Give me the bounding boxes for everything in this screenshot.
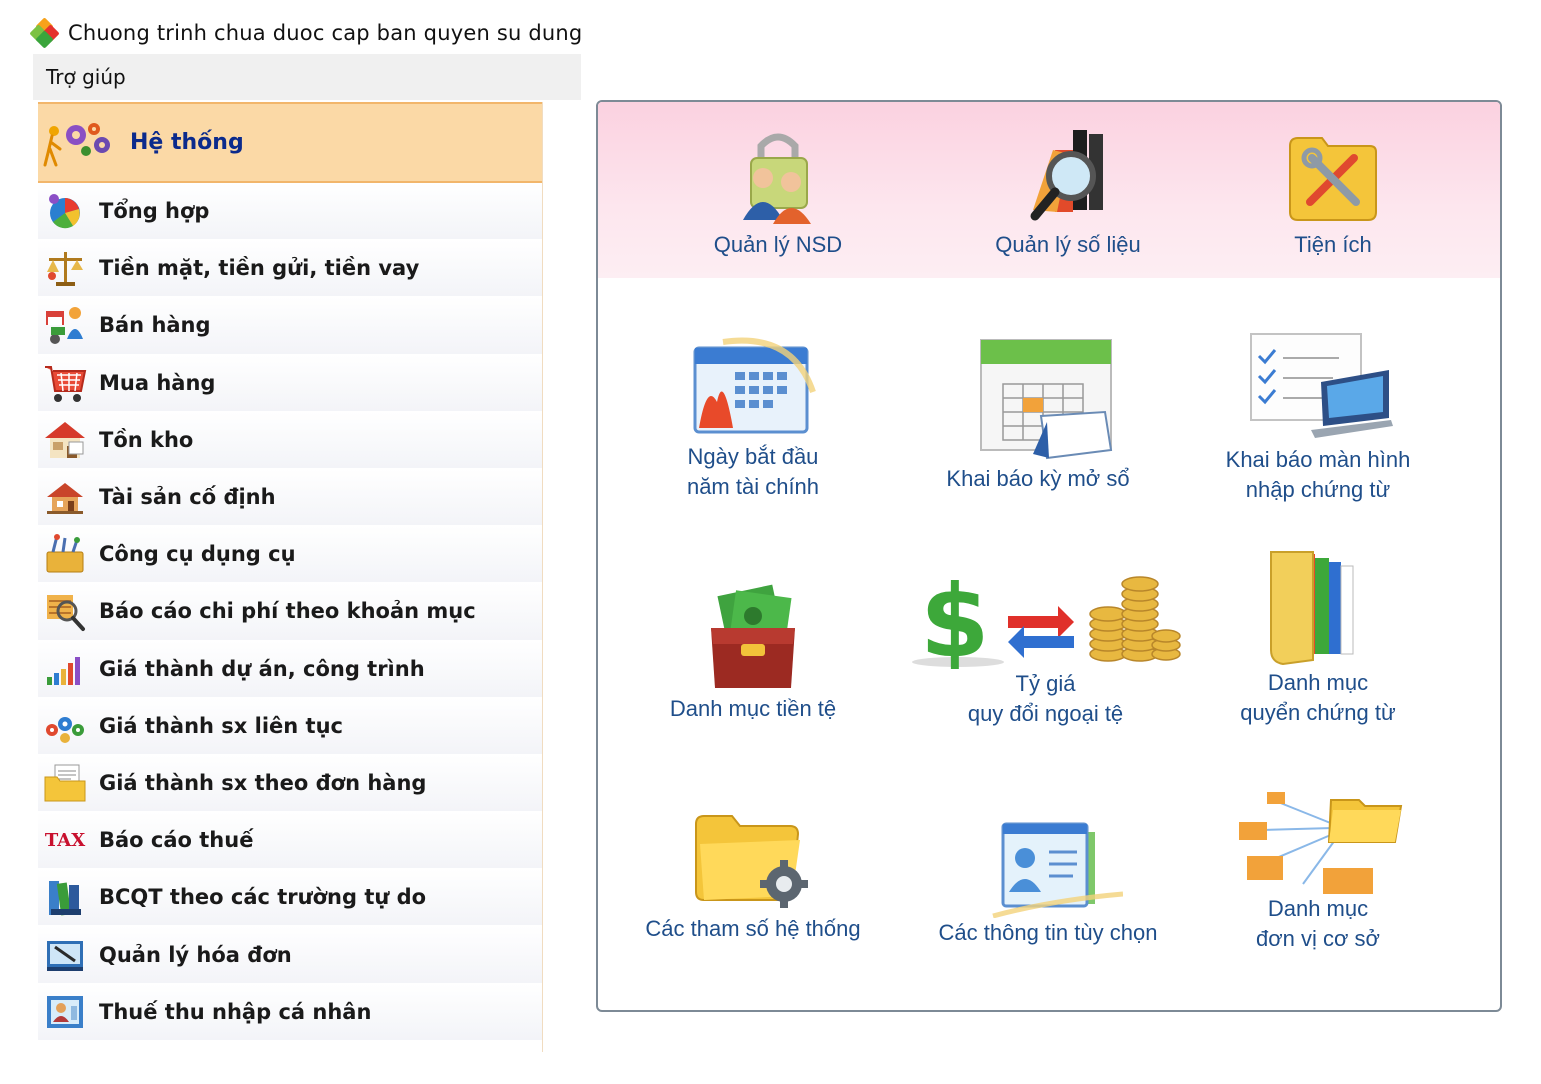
period-calendar-icon: [963, 334, 1113, 464]
svg-text:$: $: [920, 564, 990, 669]
sidebar-header-system[interactable]: Hệ thống: [38, 102, 542, 183]
folder-gear-icon: [688, 804, 818, 914]
folder-document-icon: [41, 759, 89, 807]
person-card-icon: [41, 988, 89, 1036]
tile-label: Các thông tin tùy chọn: [938, 920, 1158, 945]
sidebar-item-label: Báo cáo chi phí theo khoản mục: [99, 599, 476, 624]
warehouse-house-icon: [41, 416, 89, 464]
sidebar-item-personal-income-tax[interactable]: Thuế thu nhập cá nhân: [38, 983, 542, 1041]
sidebar-item-project-cost[interactable]: Giá thành dự án, công trình: [38, 640, 542, 698]
scale-coins-icon: [41, 244, 89, 292]
sidebar-item-expense-report[interactable]: Báo cáo chi phí theo khoản mục: [38, 583, 542, 641]
tile-label: Khai báo màn hình nhập chứng từ: [1225, 447, 1411, 502]
tax-icon-text: TAX: [44, 829, 86, 851]
checklist-laptop-icon: [1243, 330, 1393, 445]
tile-base-unit-list[interactable]: Danh mục đơn vị cơ sở: [1203, 784, 1433, 954]
sidebar-item-label: Giá thành dự án, công trình: [99, 656, 425, 681]
sidebar-item-purchase[interactable]: Mua hàng: [38, 354, 542, 412]
shopping-cart-icon: [41, 359, 89, 407]
magnifier-report-icon: [41, 587, 89, 635]
menu-help[interactable]: Trợ giúp: [46, 65, 126, 89]
sidebar-item-label: Quản lý hóa đơn: [99, 942, 292, 967]
tile-label: Ngày bắt đầu năm tài chính: [686, 444, 820, 499]
tile-voucher-screen[interactable]: Khai báo màn hình nhập chứng từ: [1203, 330, 1433, 505]
sidebar-item-label: Báo cáo thuế: [99, 828, 254, 853]
folder-network-icon: [1233, 784, 1403, 894]
sidebar-item-label: Tổng hợp: [99, 199, 210, 224]
tile-label: Danh mục đơn vị cơ sở: [1256, 896, 1380, 951]
sidebar-item-label: Giá thành sx liên tục: [99, 713, 343, 738]
sidebar-item-label: Bán hàng: [99, 313, 211, 338]
sidebar-item-label: Thuế thu nhập cá nhân: [99, 999, 372, 1024]
sidebar-item-label: BCQT theo các trường tự do: [99, 885, 427, 910]
sidebar-item-invoice[interactable]: Quản lý hóa đơn: [38, 926, 542, 984]
sidebar: Hệ thống Tổng hợp Tiền mặt, tiền gửi, ti…: [38, 102, 543, 1052]
sidebar-header-label: Hệ thống: [130, 130, 244, 155]
tile-label: Quản lý số liệu: [995, 232, 1141, 257]
fixed-asset-house-icon: [41, 473, 89, 521]
sidebar-item-continuous-cost[interactable]: Giá thành sx liên tục: [38, 697, 542, 755]
tile-label: Tiện ích: [1294, 232, 1372, 257]
tile-data-management[interactable]: Quản lý số liệu: [973, 120, 1163, 260]
contact-card-icon: [973, 820, 1123, 918]
system-gears-icon: [42, 119, 118, 167]
sidebar-item-label: Tài sản cố định: [99, 485, 276, 510]
system-panel: Quản lý NSD Quản lý số liệu Tiện ích Ngà…: [596, 100, 1502, 1012]
tile-exchange-rate[interactable]: $ Tỷ giá quy đổi ngoại tệ: [908, 564, 1183, 729]
data-search-icon: [1013, 120, 1123, 230]
app-logo-icon: [29, 17, 60, 49]
sidebar-item-tax-report[interactable]: TAX Báo cáo thuế: [38, 812, 542, 870]
tile-system-parameters[interactable]: Các tham số hệ thống: [638, 804, 868, 944]
sidebar-item-label: Tiền mặt, tiền gửi, tiền vay: [99, 256, 420, 281]
tile-fiscal-year-start[interactable]: Ngày bắt đầu năm tài chính: [638, 332, 868, 502]
tile-label: Tỷ giá quy đổi ngoại tệ: [967, 671, 1124, 726]
books-icon: [41, 873, 89, 921]
tile-label: Danh mục tiền tệ: [669, 696, 837, 721]
bar-chart-icon: [41, 645, 89, 693]
fiscal-calendar-icon: [683, 332, 823, 442]
exchange-rate-icon: $: [908, 564, 1183, 669]
document-folder-icon: [1253, 548, 1383, 668]
sidebar-item-fixed-assets[interactable]: Tài sản cố định: [38, 468, 542, 527]
tile-label: Quản lý NSD: [713, 232, 843, 257]
sidebar-item-inventory[interactable]: Tồn kho: [38, 411, 542, 469]
sidebar-item-label: Tồn kho: [99, 427, 194, 452]
tax-icon: TAX: [41, 816, 89, 864]
title-bar: Chuong trinh chua duoc cap ban quyen su …: [29, 14, 590, 52]
tile-currency-list[interactable]: Danh mục tiền tệ: [638, 584, 868, 724]
tile-label: Khai báo kỳ mở sổ: [946, 466, 1130, 491]
window-title: Chuong trinh chua duoc cap ban quyen su …: [68, 21, 583, 45]
sidebar-item-order-cost[interactable]: Giá thành sx theo đơn hàng: [38, 754, 542, 813]
money-wallet-icon: [693, 584, 813, 694]
gears-icon: [41, 702, 89, 750]
tile-open-period[interactable]: Khai báo kỳ mở sổ: [923, 334, 1153, 494]
sales-icon: [41, 301, 89, 349]
tile-user-management[interactable]: Quản lý NSD: [683, 120, 873, 260]
sidebar-item-custom-report[interactable]: BCQT theo các trường tự do: [38, 869, 542, 927]
sidebar-item-summary[interactable]: Tổng hợp: [38, 183, 542, 241]
tile-optional-info[interactable]: Các thông tin tùy chọn: [923, 820, 1173, 948]
tile-utilities[interactable]: Tiện ích: [1238, 120, 1428, 260]
tile-voucher-book[interactable]: Danh mục quyển chứng từ: [1203, 548, 1433, 728]
menu-bar: Trợ giúp: [33, 54, 581, 100]
summary-icon: [41, 187, 89, 235]
sidebar-item-cash[interactable]: Tiền mặt, tiền gửi, tiền vay: [38, 240, 542, 298]
tile-label: Danh mục quyển chứng từ: [1240, 670, 1396, 725]
tools-box-icon: [41, 530, 89, 578]
utility-tools-icon: [1278, 120, 1388, 230]
invoice-icon: [41, 931, 89, 979]
sidebar-item-tools[interactable]: Công cụ dụng cụ: [38, 526, 542, 584]
sidebar-item-label: Công cụ dụng cụ: [99, 542, 296, 567]
sidebar-item-label: Giá thành sx theo đơn hàng: [99, 770, 427, 795]
sidebar-item-sales[interactable]: Bán hàng: [38, 297, 542, 355]
sidebar-item-label: Mua hàng: [99, 370, 216, 395]
users-lock-icon: [723, 120, 833, 230]
tile-label: Các tham số hệ thống: [645, 916, 861, 941]
